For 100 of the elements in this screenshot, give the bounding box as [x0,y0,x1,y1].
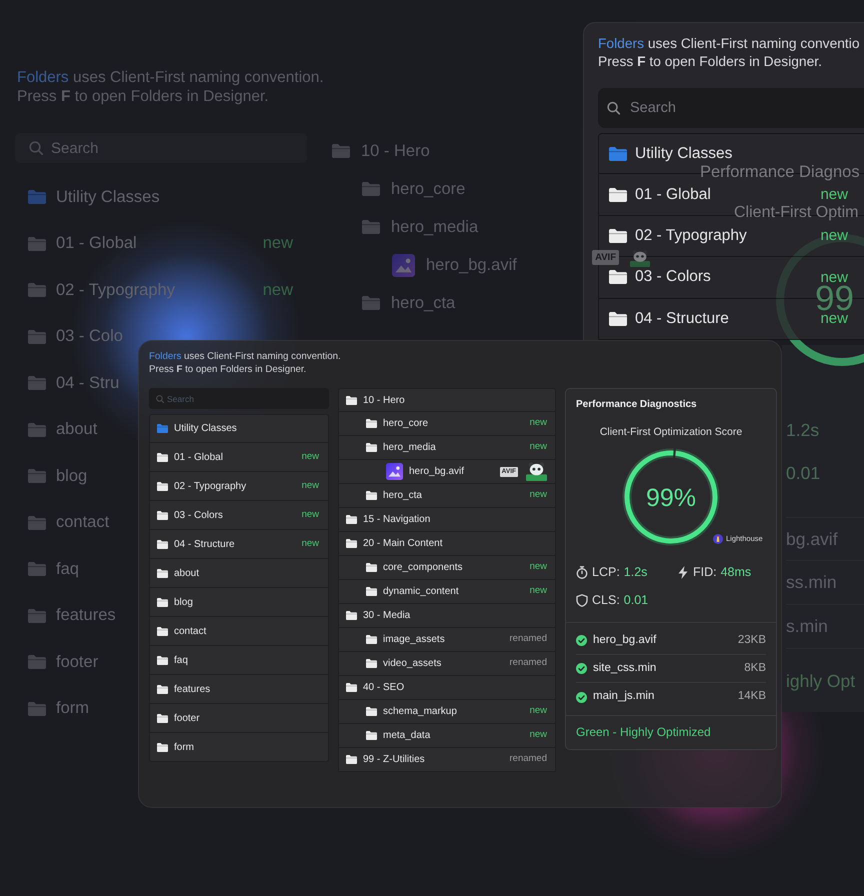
folder-icon [332,144,350,158]
folder-item[interactable]: faq [149,646,329,675]
folder-icon [346,611,357,620]
folder-item[interactable]: Utility Classes [149,414,329,443]
folder-item[interactable]: blog [149,588,329,617]
score-caption: Client-First Optimization Score [598,426,744,438]
folder-icon [366,731,377,740]
metric-value: 0.01 [624,593,648,608]
folder-item[interactable]: form [149,733,329,762]
folder-icon [157,540,168,548]
folder-item[interactable]: core_components new [338,556,556,580]
folder-item[interactable]: contact [149,617,329,646]
folder-item[interactable]: hero_core new [338,412,556,436]
folder-icon [346,755,357,764]
folder-icon [28,516,46,530]
folder-item[interactable]: image_assets renamed [338,628,556,652]
folder-item[interactable]: 30 - Media [338,604,556,628]
folder-item[interactable]: 04 - Structure new [149,530,329,559]
folder-icon [28,562,46,576]
folder-icon [366,707,377,716]
status-label: renamed [510,752,547,766]
folder-icon [157,510,168,520]
metric-value: 1.2s [786,420,820,440]
folder-item[interactable]: schema_markup new [338,700,556,724]
status-text: Green - Highly Optimized [575,724,712,740]
folder-name: 02 - Typography [56,280,175,301]
file-name: s.min [786,615,828,638]
status-label: new [262,280,293,301]
folder-icon [609,146,627,161]
folder-item[interactable]: 03 - Colors new [149,501,329,530]
folder-name[interactable]: Utility Classes [635,146,732,162]
folder-item[interactable]: video_assets renamed [338,652,556,676]
status-label: new [820,311,848,326]
folder-item[interactable]: 99 - Z-Utilities renamed [338,748,556,772]
search-field[interactable]: Search [15,133,307,163]
folder-name: hero_core [391,178,466,200]
folder-icon [28,422,46,437]
folders-link[interactable]: Folders [598,36,644,51]
folder-name: hero_media [391,216,478,238]
status-label: new [530,440,547,454]
file-name: main_js.min [593,689,654,704]
folder-name[interactable]: 01 - Global [635,186,711,203]
status-label: renamed [510,656,547,670]
folder-item[interactable]: 15 - Navigation [338,508,556,532]
metric-value: 0.01 [786,463,822,483]
folder-item[interactable]: about [149,559,329,588]
format-tag: AVIF [592,250,619,265]
folder-item[interactable]: 01 - Global new [149,443,329,472]
folder-item[interactable]: hero_media new [338,436,556,460]
status-text: ighly Opt [786,671,856,691]
status-label: renamed [510,632,547,646]
search-field[interactable]: Search [149,388,329,409]
search-icon [156,394,164,402]
score-value: 99 [815,286,854,311]
lightning-icon [677,566,689,579]
folder-name: 04 - Stru [56,372,120,394]
metric-value: 1.2s [624,565,648,580]
search-field[interactable]: Search [598,88,864,128]
status-label: new [302,478,319,493]
folder-name[interactable]: 02 - Typography [635,228,747,244]
folder-item[interactable]: 20 - Main Content [338,532,556,556]
status-label: new [530,488,547,502]
folder-name: contact [56,512,110,534]
folder-item[interactable]: 02 - Typography new [149,472,329,501]
folder-icon [28,608,46,623]
folder-name[interactable]: 03 - Colors [635,269,711,286]
file-name: bg.avif [786,528,838,551]
folder-icon [609,270,627,284]
card-title: Performance Diagnostics [575,398,698,411]
status-label: new [530,704,547,718]
status-label: new [302,536,319,551]
folder-icon [157,424,168,433]
shield-icon [576,594,588,607]
folder-icon [157,626,168,636]
folder-name[interactable]: 04 - Structure [635,310,729,327]
status-label: new [302,450,319,464]
folder-icon [28,376,46,390]
folder-item[interactable]: features [149,675,329,704]
file-size: 8KB [744,660,766,676]
folder-icon [346,683,357,692]
folder-item[interactable]: footer [149,704,329,733]
folder-name: blog [56,466,88,487]
lighthouse-icon [713,534,723,544]
intro-text: Folders uses Client-First naming convention. [17,68,324,87]
folder-item[interactable]: 10 - Hero [338,388,556,412]
status-label: new [530,584,547,598]
folders-link[interactable]: Folders [149,351,182,362]
folder-item[interactable]: dynamic_content new [338,580,556,604]
status-label: new [820,187,848,202]
folder-icon [157,568,168,578]
folder-item[interactable]: 40 - SEO [338,676,556,700]
folder-icon [157,598,168,606]
folder-icon [362,296,380,310]
folder-item[interactable]: hero_cta new [338,484,556,508]
search-icon [607,102,620,114]
status-label: new [302,508,319,522]
folder-icon [28,283,46,298]
folder-icon [157,656,168,664]
folder-item[interactable]: meta_data new [338,724,556,748]
folder-icon [609,228,627,243]
